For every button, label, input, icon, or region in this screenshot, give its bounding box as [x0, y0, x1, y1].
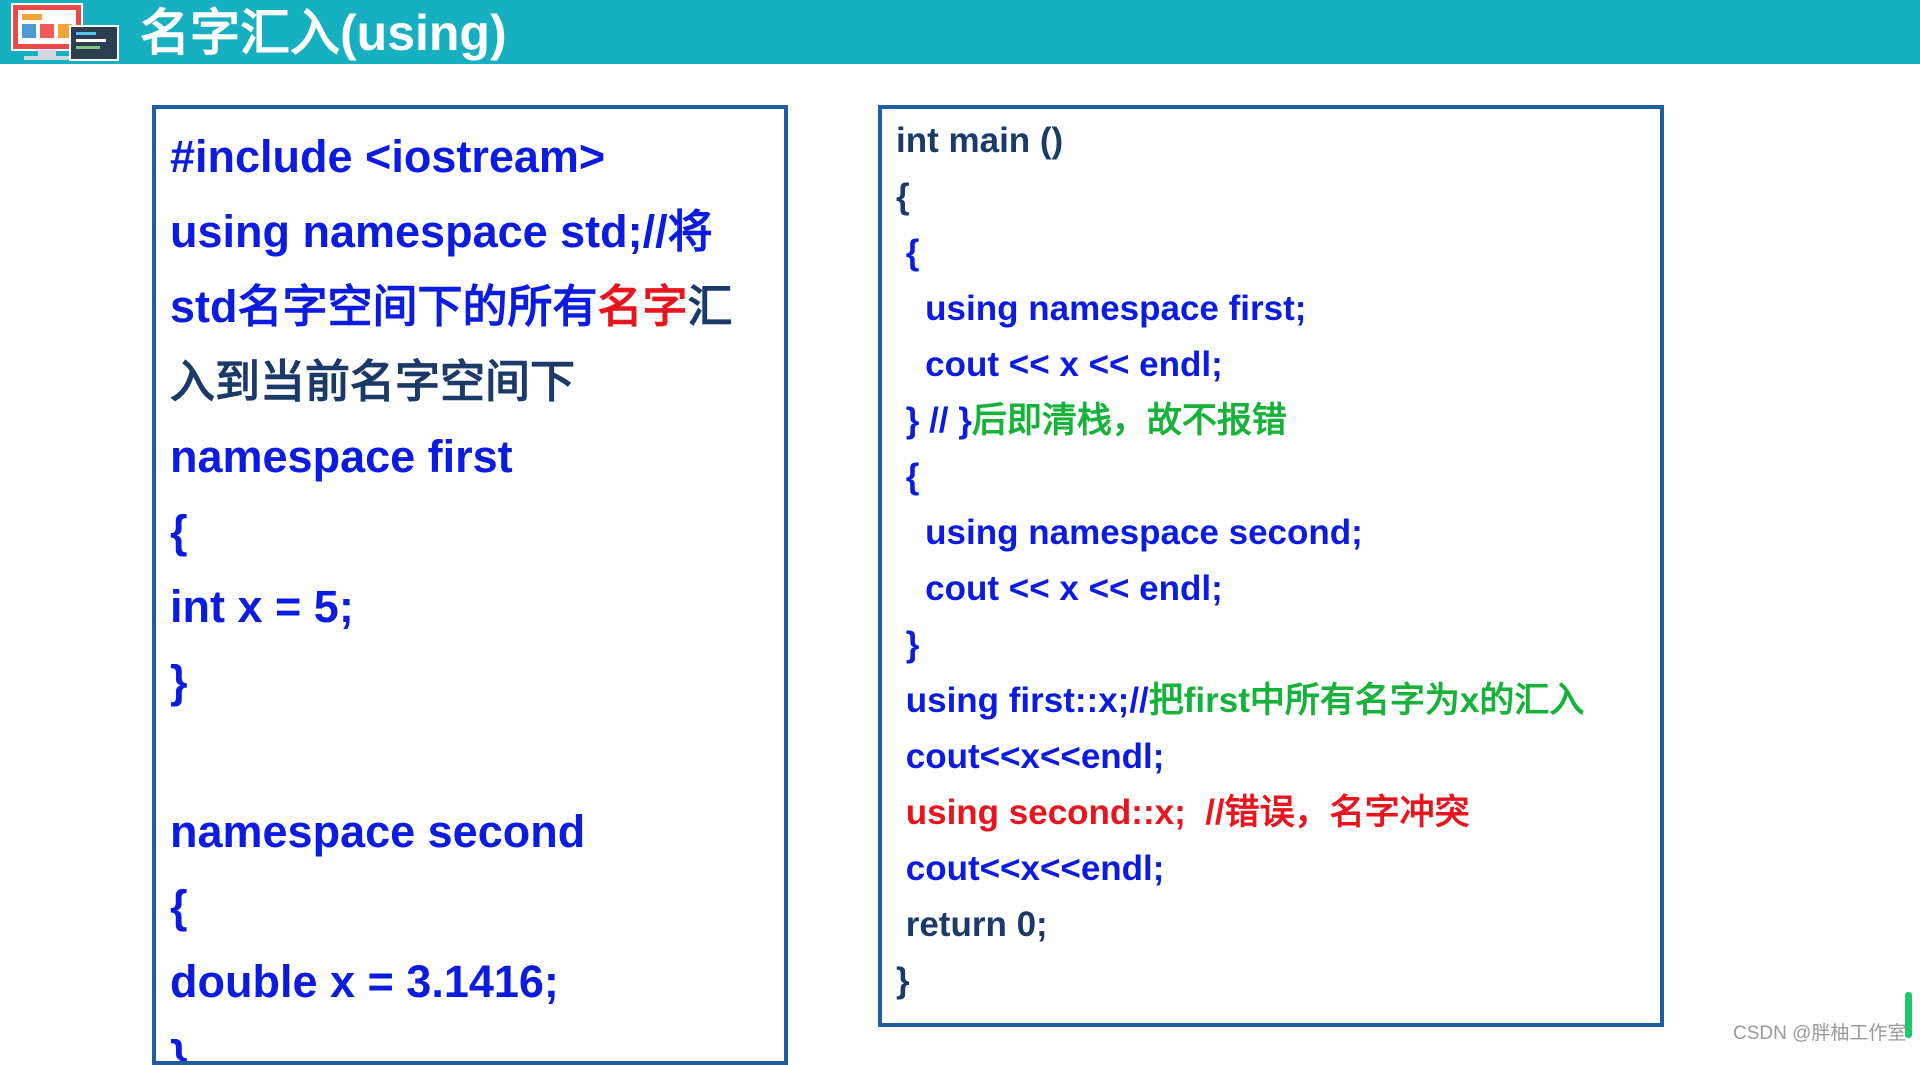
code-segment: using first::x;//	[896, 681, 1149, 720]
code-segment: } // }	[896, 401, 972, 440]
code-segment: {	[170, 881, 188, 932]
code-segment: 后即清栈，故不报错	[971, 401, 1287, 440]
computer-monitor-logo-icon	[10, 0, 120, 64]
code-segment: {	[896, 177, 910, 216]
code-segment: cout << x << endl;	[896, 345, 1223, 384]
code-segment: 名字	[597, 281, 688, 332]
left-code-block: #include <iostream> using namespace std;/…	[170, 119, 778, 1065]
code-line: 入到当前名字空间下	[170, 344, 778, 419]
code-line: {	[896, 225, 1654, 281]
code-segment: {	[896, 457, 920, 496]
code-line: double x = 3.1416;	[170, 944, 778, 1019]
code-segment: int main ()	[896, 121, 1064, 160]
title-bar: 名字汇入(using)	[0, 0, 1920, 64]
code-line: std名字空间下的所有名字汇	[170, 269, 778, 344]
code-segment: cout<<x<<endl;	[896, 737, 1165, 776]
code-segment: std名字空间下的所有	[170, 281, 598, 332]
watermark: CSDN @胖柚工作室	[1733, 1023, 1907, 1044]
code-segment: return 0;	[896, 905, 1048, 944]
code-segment: int x = 5;	[170, 581, 354, 632]
code-line: } // }后即清栈，故不报错	[896, 393, 1654, 449]
code-line: cout<<x<<endl;	[896, 729, 1654, 785]
code-segment: namespace second	[170, 806, 586, 857]
code-segment: 汇	[687, 281, 733, 332]
code-segment: 入到当前名字空间下	[170, 356, 576, 407]
code-segment: cout << x << endl;	[896, 569, 1223, 608]
code-segment: namespace first	[170, 431, 513, 482]
code-line: }	[170, 644, 778, 719]
code-segment: }	[896, 625, 920, 664]
code-line: cout << x << endl;	[896, 561, 1654, 617]
code-line: }	[896, 953, 1654, 1009]
code-segment: using second::x; //错误，名字冲突	[896, 793, 1470, 832]
code-line: int main ()	[896, 113, 1654, 169]
code-line: using namespace std;//将	[170, 194, 778, 269]
code-segment: double x = 3.1416;	[170, 956, 559, 1007]
code-line: }	[896, 617, 1654, 673]
code-segment: 把first中所有名字为x的汇入	[1148, 681, 1585, 720]
code-line: {	[896, 449, 1654, 505]
code-line: cout << x << endl;	[896, 337, 1654, 393]
code-line: using namespace first;	[896, 281, 1654, 337]
code-segment: }	[170, 656, 188, 707]
code-line: {	[170, 494, 778, 569]
code-segment: }	[170, 1031, 188, 1065]
code-line: #include <iostream>	[170, 119, 778, 194]
code-segment: using namespace second;	[896, 513, 1363, 552]
page-title: 名字汇入(using)	[140, 5, 507, 61]
code-segment: }	[896, 961, 910, 1000]
code-line: using first::x;//把first中所有名字为x的汇入	[896, 673, 1654, 729]
code-segment: using namespace first;	[896, 289, 1307, 328]
code-line: {	[896, 169, 1654, 225]
main-function-code-panel: int main () { { using namespace first; co…	[878, 105, 1664, 1027]
namespace-declarations-code-panel: #include <iostream> using namespace std;/…	[152, 105, 788, 1065]
code-line: cout<<x<<endl;	[896, 841, 1654, 897]
code-line: namespace second	[170, 794, 778, 869]
right-code-block: int main () { { using namespace first; co…	[896, 113, 1654, 1009]
code-line: return 0;	[896, 897, 1654, 953]
code-line: using second::x; //错误，名字冲突	[896, 785, 1654, 841]
code-segment: cout<<x<<endl;	[896, 849, 1165, 888]
code-line: namespace first	[170, 419, 778, 494]
code-segment: {	[170, 506, 188, 557]
code-segment: #include <iostream>	[170, 131, 606, 182]
code-line: }	[170, 1019, 778, 1065]
code-line: int x = 5;	[170, 569, 778, 644]
code-segment: {	[896, 233, 920, 272]
code-segment: using namespace std;//将	[170, 206, 713, 257]
scroll-indicator	[1905, 992, 1912, 1038]
code-line: {	[170, 869, 778, 944]
code-line: using namespace second;	[896, 505, 1654, 561]
